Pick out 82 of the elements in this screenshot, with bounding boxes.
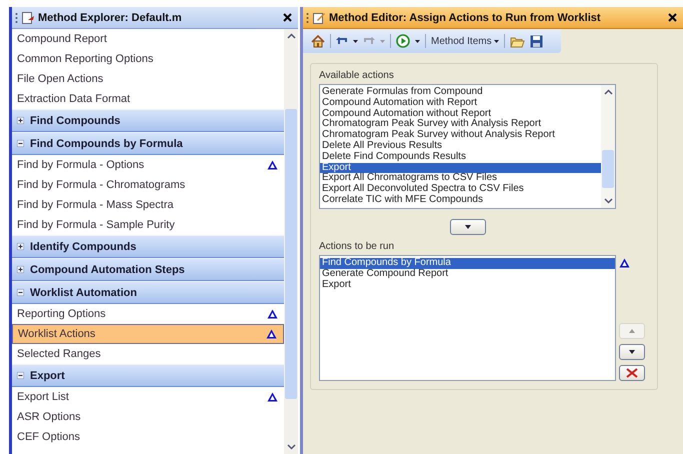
expand-icon[interactable] xyxy=(17,117,24,124)
grip-icon xyxy=(306,12,309,24)
panel-title: Method Editor: Assign Actions to Run from Worklist xyxy=(329,12,602,24)
list-option[interactable]: Chromatogram Peak Survey without Analysis Report xyxy=(320,130,601,141)
list-option[interactable]: Generate Compound Report xyxy=(320,268,615,280)
list-option[interactable]: Chromatogram Peak Survey with Analysis Report xyxy=(320,119,601,130)
list-label: Available actions xyxy=(319,70,395,81)
collapse-icon[interactable] xyxy=(17,289,24,296)
close-icon[interactable] xyxy=(668,13,677,22)
section-header[interactable]: Find Compounds by Formula xyxy=(12,132,284,155)
home-icon[interactable] xyxy=(311,34,325,48)
list-option[interactable]: Delete All Previous Results xyxy=(320,140,601,152)
section-header[interactable]: Identify Compounds xyxy=(12,235,284,258)
list-option[interactable]: Export xyxy=(320,280,615,290)
method-items-menu[interactable]: Method Items xyxy=(431,36,499,46)
explorer-item[interactable]: Selected Ranges xyxy=(12,344,284,364)
list-option[interactable]: Export All Deconvoluted Spectra to CSV Files xyxy=(320,184,601,195)
section-title: Find Compounds by Formula xyxy=(30,138,183,150)
save-icon[interactable] xyxy=(530,34,543,48)
explorer-item[interactable]: Find by Formula - Options xyxy=(12,155,284,175)
explorer-item[interactable]: Worklist Actions xyxy=(12,324,284,344)
list-option[interactable]: Export xyxy=(320,162,601,174)
scroll-up-icon[interactable] xyxy=(286,33,296,39)
section-title: Export xyxy=(30,370,65,382)
play-icon[interactable] xyxy=(396,34,410,48)
undo-icon[interactable] xyxy=(336,36,348,46)
close-icon[interactable] xyxy=(283,13,292,22)
scroll-thumb[interactable] xyxy=(285,109,297,399)
grip-icon xyxy=(15,12,18,24)
list-option[interactable]: Generate Formulas from Compound xyxy=(320,87,601,98)
panel-title: Method Explorer: Default.m xyxy=(38,12,183,24)
scroll-thumb[interactable] xyxy=(602,150,614,188)
available-actions-list[interactable] xyxy=(319,84,616,209)
explorer-item[interactable]: Extraction Data Format xyxy=(12,89,284,109)
caret-icon[interactable] xyxy=(353,40,358,42)
list-option[interactable]: Correlate TIC with MFE Compounds xyxy=(320,194,601,206)
caret-icon xyxy=(494,40,499,42)
scroll-down-icon[interactable] xyxy=(604,198,612,204)
section-header[interactable]: Find Compounds xyxy=(12,109,284,132)
explorer-item[interactable]: Common Reporting Options xyxy=(12,49,284,69)
explorer-item[interactable]: Compound Report xyxy=(12,29,284,49)
explorer-item[interactable]: Find by Formula - Sample Purity xyxy=(12,215,284,235)
expand-icon[interactable] xyxy=(17,243,24,250)
caret-icon[interactable] xyxy=(415,40,420,42)
folder-icon[interactable] xyxy=(510,34,525,48)
section-title: Identify Compounds xyxy=(30,240,136,252)
expand-icon[interactable] xyxy=(17,266,24,273)
section-header[interactable]: Export xyxy=(12,364,284,387)
section-header[interactable]: Compound Automation Steps xyxy=(12,258,284,281)
explorer-item[interactable]: Find by Formula - Chromatograms xyxy=(12,175,284,195)
explorer-item[interactable]: Reporting Options xyxy=(12,304,284,324)
explorer-item[interactable]: File Open Actions xyxy=(12,69,284,89)
caret-icon xyxy=(464,225,470,229)
scrollbar[interactable] xyxy=(284,29,298,454)
scrollbar[interactable] xyxy=(601,85,615,208)
explorer-item[interactable]: Find by Formula - Mass Spectra xyxy=(12,195,284,215)
section-title: Find Compounds xyxy=(30,114,120,126)
explorer-item[interactable]: ASR Options xyxy=(12,407,284,427)
actions-to-run-list[interactable]: Find Compounds by Formula Generate Compound Report Export xyxy=(319,255,616,381)
caret-icon xyxy=(629,329,635,333)
explorer-item[interactable]: Export List xyxy=(12,387,284,407)
list-label: Actions to be run xyxy=(319,241,396,252)
scroll-down-icon[interactable] xyxy=(286,444,296,450)
add-button[interactable] xyxy=(450,219,486,235)
list-option[interactable]: Delete Find Compounds Results xyxy=(320,152,601,163)
collapse-icon[interactable] xyxy=(17,372,24,379)
section-header[interactable]: Worklist Automation xyxy=(12,281,284,304)
explorer-item[interactable]: CEF Options xyxy=(12,427,284,447)
section-title: Worklist Automation xyxy=(30,286,137,298)
collapse-icon[interactable] xyxy=(17,140,24,147)
list-option[interactable]: Compound Automation without Report xyxy=(320,108,601,120)
move-down-button[interactable] xyxy=(619,344,645,360)
list-option[interactable]: Compound Automation with Report xyxy=(320,98,601,109)
section-title: Compound Automation Steps xyxy=(30,264,185,276)
scroll-up-icon[interactable] xyxy=(604,89,612,95)
list-option[interactable]: Export All Chromatograms to CSV Files xyxy=(320,173,601,184)
delete-icon xyxy=(626,368,638,378)
list-option[interactable]: Find Compounds by Formula xyxy=(320,258,615,269)
remove-button[interactable] xyxy=(619,365,645,381)
caret-icon xyxy=(629,350,635,354)
edit-document-icon xyxy=(312,10,326,24)
document-icon xyxy=(21,10,35,24)
